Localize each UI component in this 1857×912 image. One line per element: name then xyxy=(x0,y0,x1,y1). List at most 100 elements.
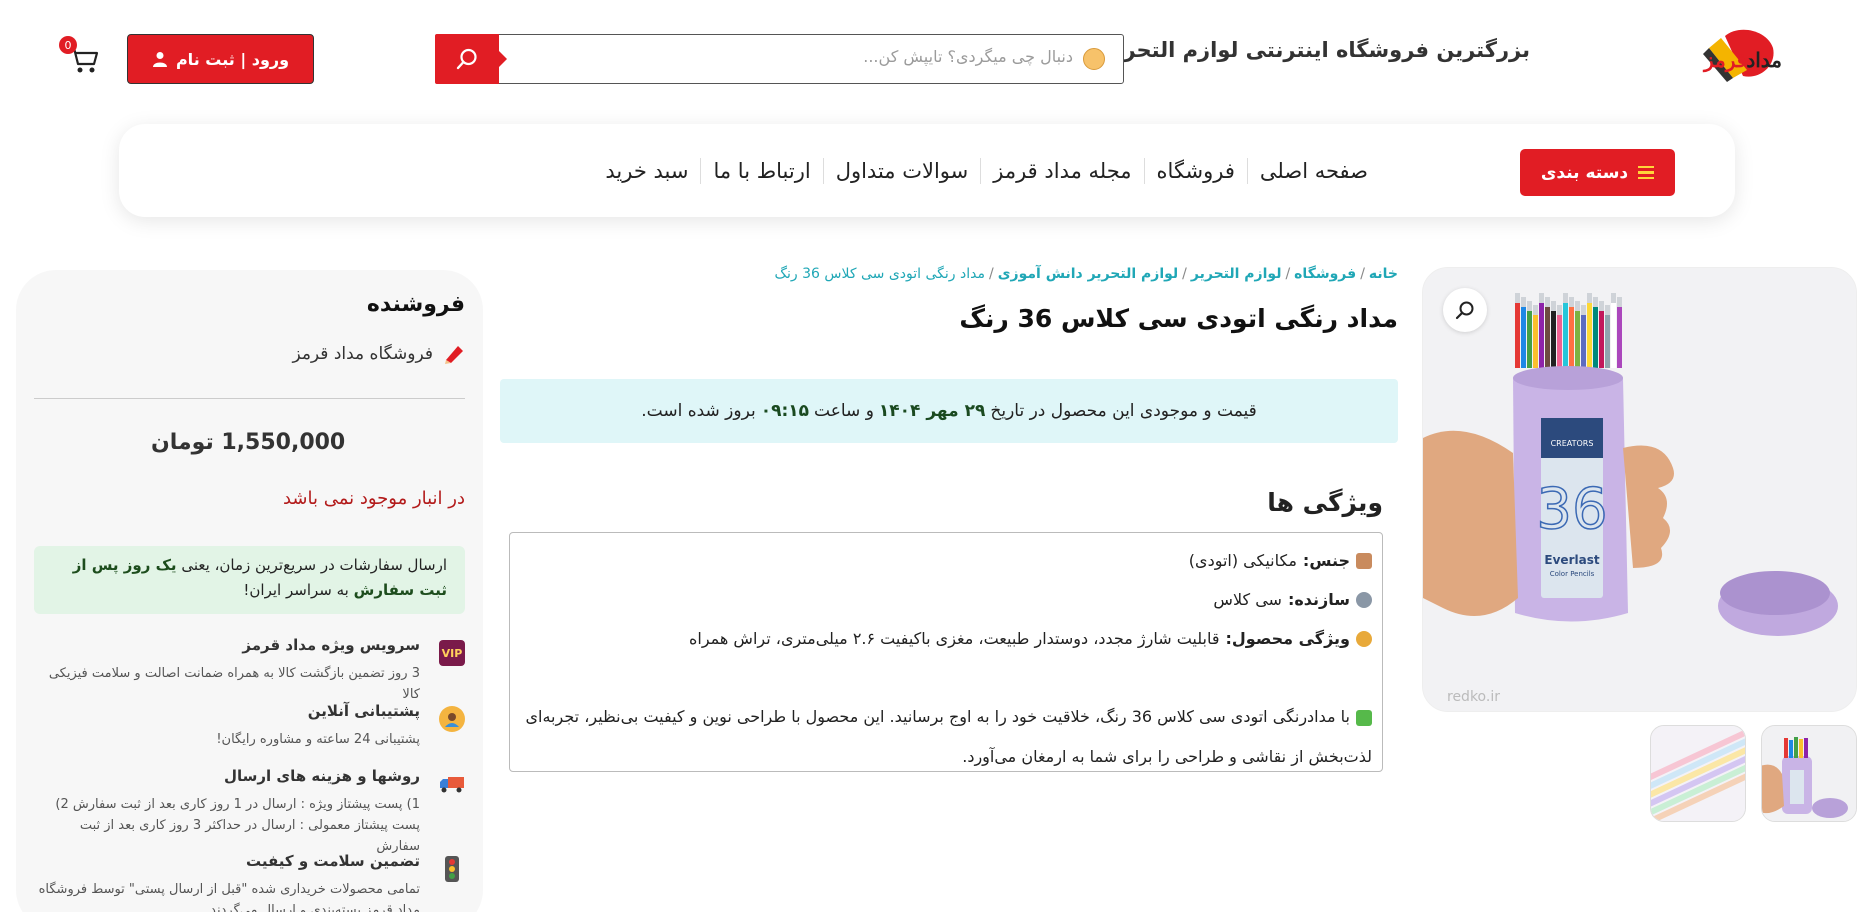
feature-label: جنس: xyxy=(1302,551,1350,570)
pencil-cap xyxy=(1569,297,1574,307)
product-image[interactable]: 36 CREATORS Everlast Color Pencils redko… xyxy=(1422,267,1857,712)
thumbnail-1[interactable] xyxy=(1761,725,1857,822)
maker-label: CREATORS xyxy=(1551,439,1594,448)
site-header: مدادقرمز بزرگترین فروشگاه اینترنتی لوازم… xyxy=(0,0,1857,110)
headset-icon xyxy=(439,706,465,732)
breadcrumb-separator: / xyxy=(1285,266,1291,282)
update-text-after: بروز شده است. xyxy=(641,401,756,421)
box-number: 36 xyxy=(1536,477,1607,542)
pencil-mark xyxy=(1539,303,1544,368)
login-label: ورود | ثبت نام xyxy=(175,49,290,69)
pencil-cap xyxy=(1575,301,1580,311)
nav-faq[interactable]: سوالات متداول xyxy=(822,158,981,184)
shipping-note: ارسال سفارشات در سریع‌ترین زمان، یعنی یک… xyxy=(34,546,465,614)
product-title: مداد رنگی اتودی سی کلاس 36 رنگ xyxy=(959,304,1398,333)
pencil-mark xyxy=(1551,311,1556,368)
breadcrumb-stationery[interactable]: لوازم التحریر xyxy=(1191,266,1282,282)
pencil-mark xyxy=(1611,303,1616,368)
service-title: سرویس ویژه مداد قرمز xyxy=(242,636,420,654)
headset-icon xyxy=(445,713,459,727)
pencil-mark xyxy=(1533,315,1538,368)
service-desc: 1) پست پیشتاز ویژه : ارسال در 1 روز کاری… xyxy=(55,797,420,854)
zoom-icon xyxy=(1455,301,1474,320)
update-time: ۰۹:۱۵ xyxy=(760,401,810,421)
gear-icon xyxy=(1356,591,1372,608)
pencil-cap xyxy=(1533,305,1538,315)
feature-value: قابلیت شارژ مجدد، دوستدار طبیعت، مغزی با… xyxy=(689,629,1220,648)
pencil-mark xyxy=(1527,311,1532,368)
pencil-cap xyxy=(1563,293,1568,303)
product-photo: 36 CREATORS Everlast Color Pencils xyxy=(1423,268,1856,711)
update-text-before: قیمت و موجودی این محصول در تاریخ xyxy=(990,401,1257,421)
image-watermark: redko.ir xyxy=(1447,689,1500,705)
pencil-mark xyxy=(1593,307,1598,368)
feature-label: سازنده: xyxy=(1287,590,1350,609)
feature-value: سی کلاس xyxy=(1213,590,1282,609)
pencil-cap xyxy=(1605,305,1610,315)
vip-icon: VIP xyxy=(439,640,465,666)
category-button[interactable]: دسته بندی xyxy=(1520,149,1675,196)
medal-icon xyxy=(1356,630,1372,647)
traffic-light-icon xyxy=(439,856,465,882)
breadcrumb-current: مداد رنگی اتودی سی کلاس 36 رنگ xyxy=(774,266,985,282)
pencil-mark xyxy=(1563,303,1568,368)
stock-status: در انبار موجود نمی باشد xyxy=(282,488,465,509)
pencil-cap xyxy=(1545,297,1550,307)
search-input[interactable] xyxy=(513,47,1073,66)
pencil-mark xyxy=(1605,315,1610,368)
login-register-button[interactable]: ورود | ثبت نام xyxy=(127,34,314,84)
pencil-mark xyxy=(1569,307,1574,368)
zoom-button[interactable] xyxy=(1443,288,1487,332)
feature-row-maker: سازنده: سی کلاس xyxy=(518,580,1372,619)
pencil-cap xyxy=(1557,305,1562,315)
ship-text-c: به سراسر ایران! xyxy=(243,581,349,599)
nav-magazine[interactable]: مجله مداد قرمز xyxy=(980,158,1143,184)
service-title: روشها و هزینه های ارسال xyxy=(224,767,420,785)
menu-icon xyxy=(1638,165,1655,180)
breadcrumb-student-stationery[interactable]: لوازم التحریر دانش آموزی xyxy=(998,266,1178,282)
service-desc: 3 روز تضمین بازگشت کالا به همراه ضمانت ا… xyxy=(48,666,420,702)
brand-label: Everlast xyxy=(1544,553,1599,567)
pencil-mark xyxy=(1587,303,1592,368)
features-box: جنس: مکانیکی (اتودی) سازنده: سی کلاس ویژ… xyxy=(509,532,1383,772)
pencil-mark xyxy=(1515,303,1520,368)
seller-title: فروشنده xyxy=(366,292,465,317)
pencil-mark xyxy=(1521,307,1526,368)
box-icon xyxy=(1356,552,1372,569)
seller-link[interactable]: فروشگاه مداد قرمز xyxy=(292,343,465,365)
pencil-cap xyxy=(1515,293,1520,303)
brand-sub-label: Color Pencils xyxy=(1550,570,1595,578)
user-icon xyxy=(152,52,167,67)
update-date: ۲۹ مهر ۱۴۰۴ xyxy=(878,401,986,421)
description-text: با مدادرنگی اتودی سی کلاس 36 رنگ، خلاقیت… xyxy=(525,707,1373,766)
nav-shop[interactable]: فروشگاه xyxy=(1143,158,1247,184)
breadcrumb-shop[interactable]: فروشگاه xyxy=(1294,266,1356,282)
nav-contact[interactable]: ارتباط با ما xyxy=(700,158,822,184)
product-price: 1,550,000 تومان xyxy=(151,430,346,455)
service-desc: پشتیبانی 24 ساعته و مشاوره رایگان! xyxy=(216,732,420,747)
truck-icon xyxy=(439,771,465,797)
breadcrumb-home[interactable]: خانه xyxy=(1369,266,1398,282)
feature-label: ویژگی محصول: xyxy=(1225,629,1350,648)
logo-text: مدادقرمز xyxy=(1704,48,1782,72)
pencil-mark xyxy=(1575,311,1580,368)
search-icon xyxy=(456,48,477,70)
thumbnail-2-image xyxy=(1651,726,1745,821)
thumbnail-2[interactable] xyxy=(1650,725,1746,822)
cart-count-badge: 0 xyxy=(59,36,77,54)
seller-name: فروشگاه مداد قرمز xyxy=(292,344,433,364)
divider xyxy=(34,398,465,399)
pencil-cap xyxy=(1581,305,1586,315)
pencil-mark xyxy=(1581,315,1586,368)
pencil-cap xyxy=(1521,297,1526,307)
feature-value: مکانیکی (اتودی) xyxy=(1188,551,1297,570)
search-button[interactable] xyxy=(435,34,507,84)
nav-links: صفحه اصلی فروشگاه مجله مداد قرمز سوالات … xyxy=(593,158,1380,184)
breadcrumb: خانه/فروشگاه/لوازم التحریر/لوازم التحریر… xyxy=(775,266,1399,282)
nav-cart[interactable]: سبد خرید xyxy=(593,158,700,184)
search-bar[interactable] xyxy=(435,34,1124,84)
pencil-cap xyxy=(1551,301,1556,311)
nav-home[interactable]: صفحه اصلی xyxy=(1246,158,1380,184)
pencil-cap xyxy=(1527,301,1532,311)
thumbnail-1-image xyxy=(1762,726,1856,821)
